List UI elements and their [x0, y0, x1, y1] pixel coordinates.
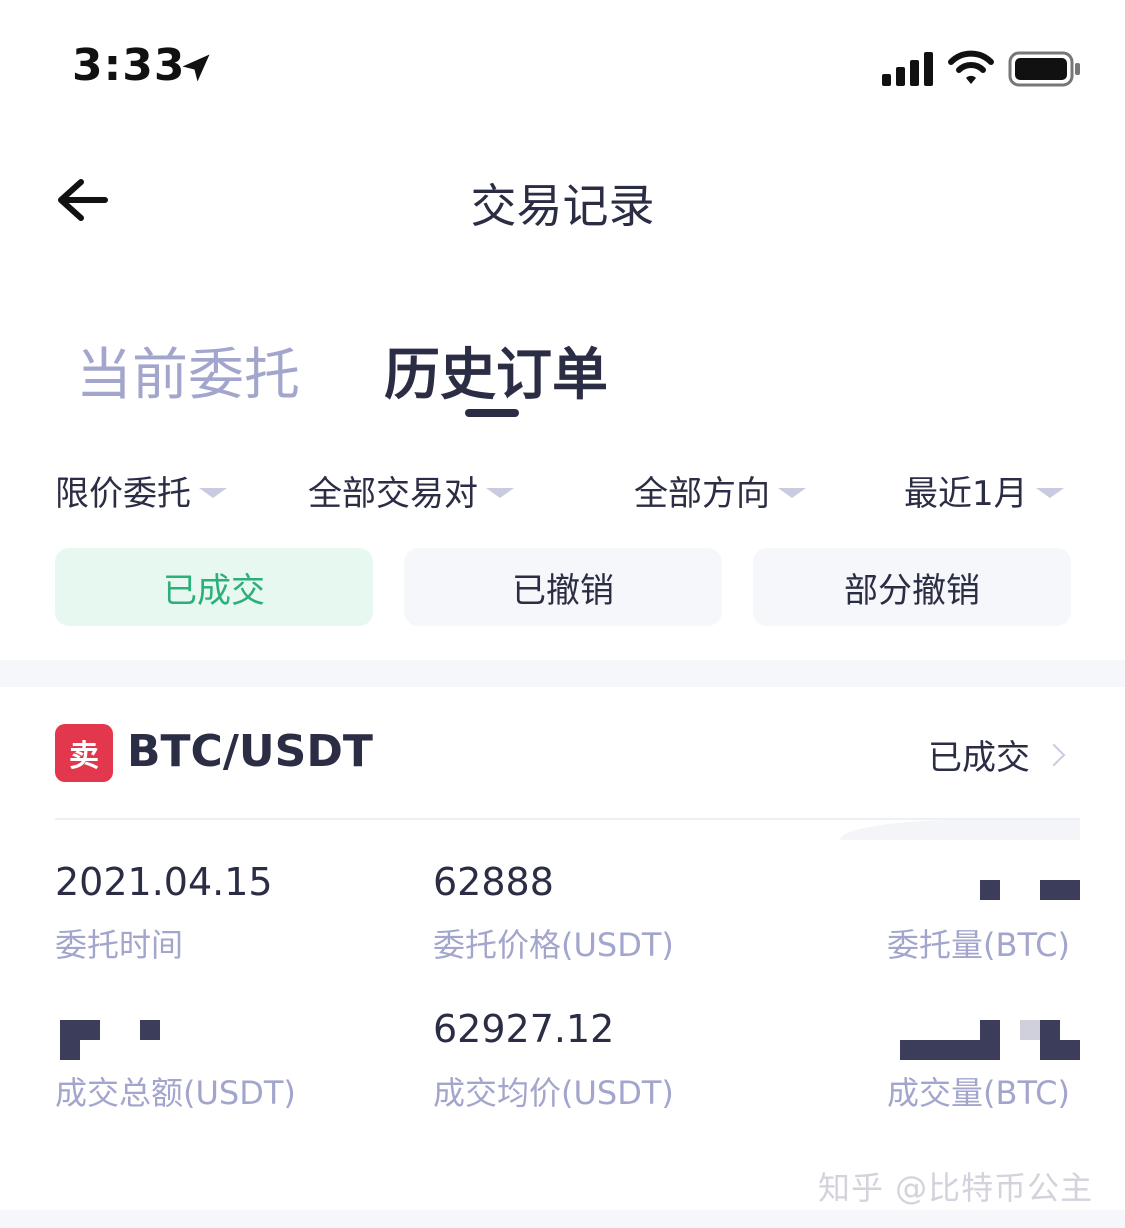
wifi-icon — [948, 50, 994, 84]
filter-direction-label: 全部方向 — [634, 474, 770, 514]
chevron-right-icon — [1042, 743, 1066, 766]
redaction-pixel — [1040, 1040, 1080, 1060]
section-divider — [0, 660, 1125, 687]
redaction-pixel — [60, 1040, 80, 1060]
tab-current-orders[interactable]: 当前委托 — [76, 330, 300, 411]
tab-order-history[interactable]: 历史订单 — [384, 330, 608, 411]
card-divider — [55, 818, 1080, 820]
order-amount-label: 委托量(BTC) — [887, 926, 1070, 964]
order-amount-redacted — [980, 880, 1080, 900]
card-shade — [840, 820, 1080, 840]
battery-icon — [1008, 51, 1080, 87]
filter-trading-pair-label: 全部交易对 — [308, 474, 478, 514]
trading-pair: BTC/USDT — [127, 726, 373, 777]
order-time-value: 2021.04.15 — [55, 860, 273, 904]
caret-down-icon — [778, 487, 806, 498]
filled-amount-redacted — [900, 1020, 1080, 1060]
redaction-pixel — [1040, 1020, 1060, 1040]
cellular-signal-icon — [882, 52, 933, 86]
sell-badge: 卖 — [55, 724, 113, 782]
filter-order-type-label: 限价委托 — [55, 474, 191, 514]
filter-direction[interactable]: 全部方向 — [634, 466, 806, 515]
redaction-pixel — [140, 1020, 160, 1040]
avg-price-value: 62927.12 — [433, 1007, 615, 1051]
order-status-label: 已成交 — [928, 738, 1030, 778]
redaction-pixel — [60, 1020, 100, 1040]
filled-amount-label: 成交量(BTC) — [887, 1074, 1070, 1112]
filled-total-label: 成交总额(USDT) — [55, 1074, 296, 1112]
chip-cancelled[interactable]: 已撤销 — [404, 548, 722, 626]
order-price-value: 62888 — [433, 860, 554, 904]
redaction-pixel — [980, 880, 1000, 900]
redaction-pixel — [900, 1040, 1000, 1060]
avg-price-label: 成交均价(USDT) — [433, 1074, 674, 1112]
bottom-divider — [0, 1210, 1125, 1228]
redaction-pixel — [980, 1020, 1000, 1040]
chip-filled[interactable]: 已成交 — [55, 548, 373, 626]
redaction-pixel — [1020, 1020, 1040, 1040]
order-time-label: 委托时间 — [55, 926, 184, 964]
chip-partially-cancelled[interactable]: 部分撤销 — [753, 548, 1071, 626]
order-status-link[interactable]: 已成交 — [928, 730, 1066, 779]
redaction-pixel — [1040, 880, 1080, 900]
filter-time-range-label: 最近1月 — [904, 474, 1028, 514]
filled-total-redacted — [60, 1020, 160, 1060]
caret-down-icon — [486, 487, 514, 498]
caret-down-icon — [199, 487, 227, 498]
page-title: 交易记录 — [470, 179, 655, 233]
filter-order-type[interactable]: 限价委托 — [55, 466, 227, 515]
filter-trading-pair[interactable]: 全部交易对 — [308, 466, 514, 515]
status-time: 3:33 — [72, 40, 186, 91]
location-arrow-icon — [182, 54, 210, 82]
order-price-label: 委托价格(USDT) — [433, 926, 674, 964]
active-tab-indicator — [465, 409, 519, 417]
filter-time-range[interactable]: 最近1月 — [904, 466, 1064, 515]
watermark: 知乎 @比特币公主 — [818, 1169, 1094, 1207]
caret-down-icon — [1035, 487, 1064, 498]
